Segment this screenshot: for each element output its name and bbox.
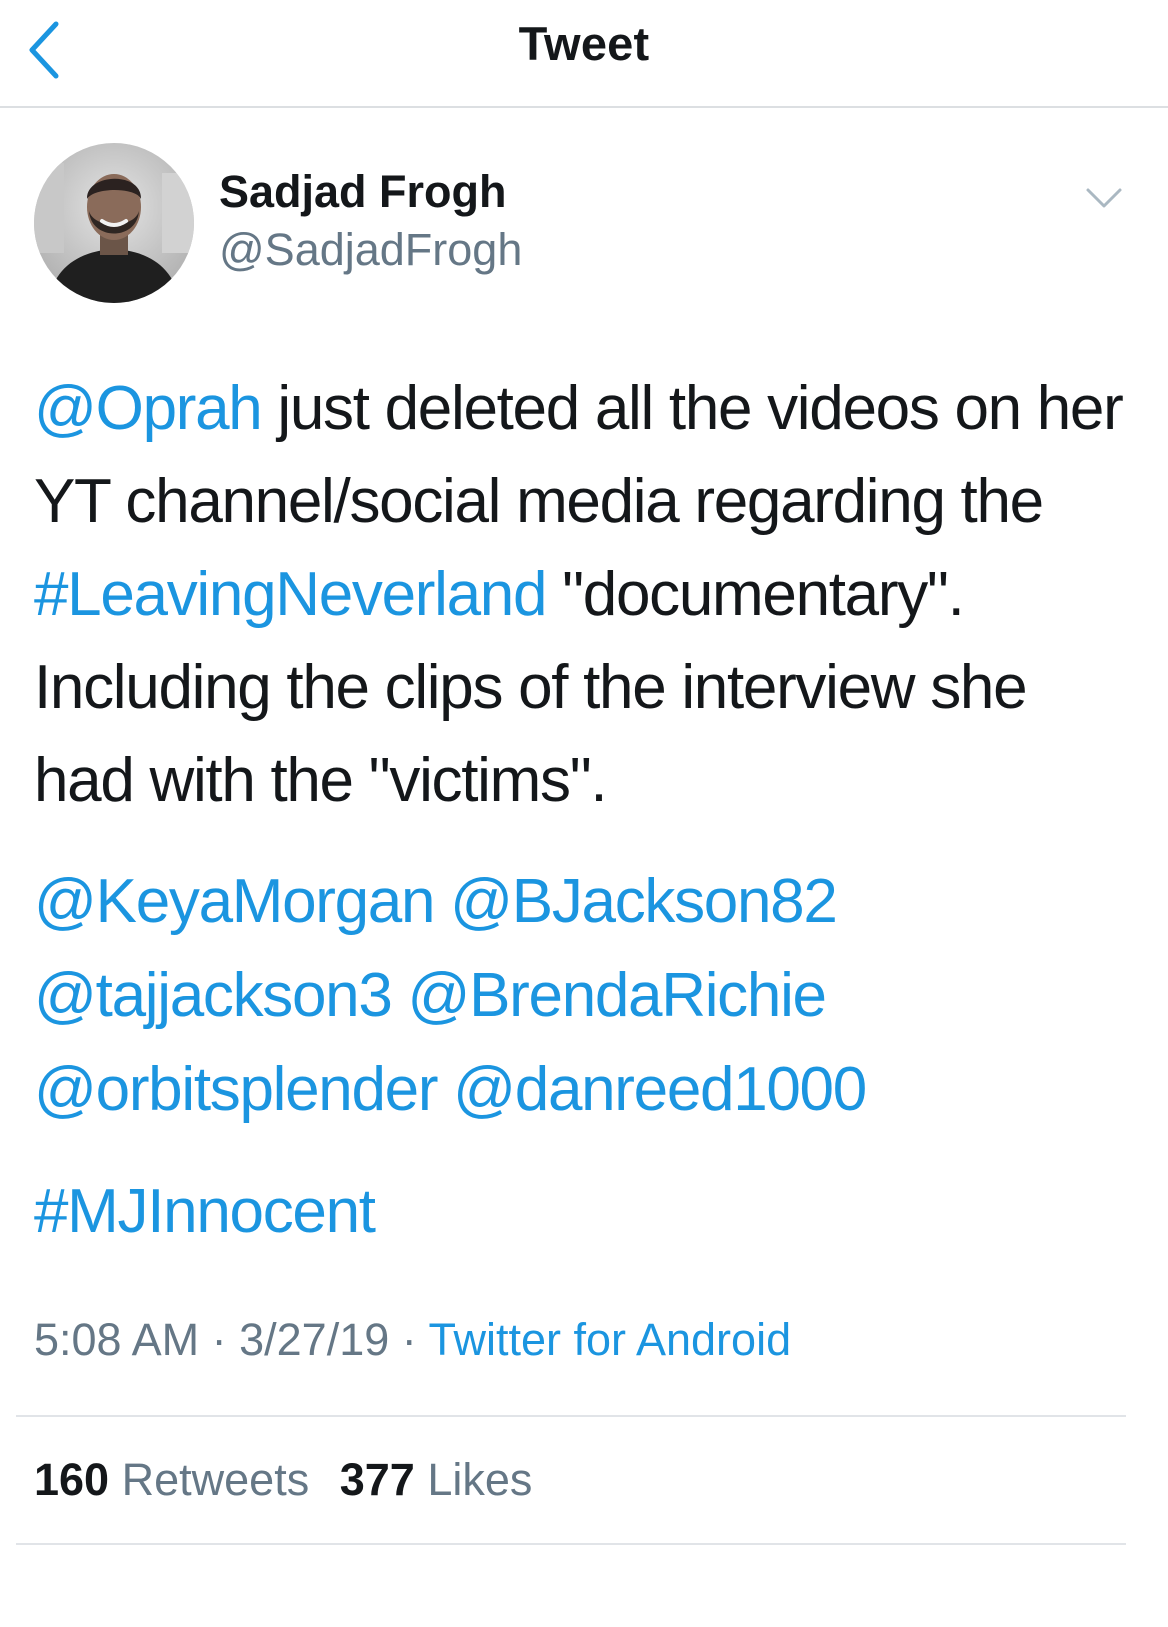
meta-separator: ·	[199, 1314, 240, 1365]
mention-link[interactable]: @tajjackson3	[34, 961, 393, 1030]
mention-link[interactable]: @danreed1000	[453, 1055, 867, 1124]
chevron-down-icon	[1086, 188, 1122, 208]
profile-photo	[34, 143, 194, 303]
hashtag-paragraph: #MJInnocent	[34, 1165, 1134, 1258]
mention-link[interactable]: @orbitsplender	[34, 1055, 438, 1124]
avatar[interactable]	[34, 143, 194, 303]
likes-stat[interactable]: 377 Likes	[340, 1454, 533, 1505]
meta-separator: ·	[389, 1314, 429, 1365]
retweets-label: Retweets	[121, 1454, 310, 1505]
author-display-name[interactable]: Sadjad Frogh	[219, 166, 507, 218]
divider	[16, 1543, 1126, 1545]
hashtag-link[interactable]: #LeavingNeverland	[34, 560, 547, 629]
tweet-menu-button[interactable]	[1084, 184, 1124, 212]
tweet-source-link[interactable]: Twitter for Android	[428, 1314, 791, 1365]
mention-link[interactable]: @BJackson82	[450, 867, 838, 936]
retweets-count: 160	[34, 1454, 110, 1505]
tweet-time: 5:08 AM	[34, 1314, 200, 1365]
mention-link[interactable]: @KeyaMorgan	[34, 867, 435, 936]
page-title: Tweet	[518, 17, 650, 70]
mention-link[interactable]: @BrendaRichie	[407, 961, 827, 1030]
likes-label: Likes	[427, 1454, 533, 1505]
tweet-text: @Oprah just deleted all the videos on he…	[34, 362, 1134, 1258]
retweets-stat[interactable]: 160 Retweets	[34, 1454, 309, 1505]
mentions-paragraph: @KeyaMorgan @BJackson82 @tajjackson3 @Bre…	[34, 855, 1134, 1137]
likes-count: 377	[339, 1454, 415, 1505]
tweet-stats: 160 Retweets 377 Likes	[34, 1454, 550, 1506]
hashtag-link[interactable]: #MJInnocent	[34, 1177, 376, 1246]
author-handle[interactable]: @SadjadFrogh	[219, 224, 522, 276]
nav-bar: Tweet	[0, 0, 1168, 108]
tweet-date: 3/27/19	[239, 1314, 390, 1365]
mention-link[interactable]: @Oprah	[34, 374, 263, 443]
tweet-paragraph: @Oprah just deleted all the videos on he…	[34, 362, 1134, 827]
divider	[16, 1415, 1126, 1417]
tweet-meta: 5:08 AM · 3/27/19 · Twitter for Android	[34, 1314, 791, 1366]
